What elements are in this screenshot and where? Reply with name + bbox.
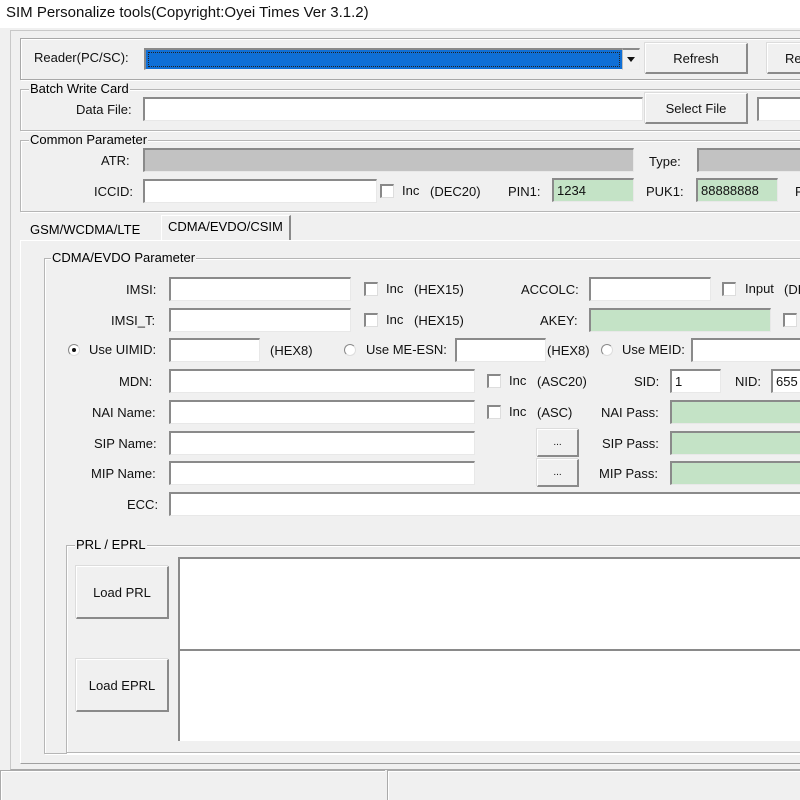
type-label: Type: <box>649 154 681 169</box>
imsi-t-label: IMSI_T: <box>111 313 156 328</box>
sid-label: SID: <box>634 374 660 389</box>
sip-pass-label: SIP Pass: <box>602 436 659 451</box>
mdn-label: MDN: <box>119 374 153 389</box>
prl-eprl-title: PRL / EPRL <box>75 537 147 553</box>
atr-field <box>143 148 634 172</box>
akey-input[interactable] <box>589 308 771 332</box>
accolc-input-label: Input <box>745 281 774 296</box>
nai-inc-label: Inc <box>509 404 527 419</box>
me-esn-format-label: (HEX8) <box>547 343 590 358</box>
refresh-button[interactable]: Refresh <box>645 43 748 74</box>
atr-label: ATR: <box>101 153 130 168</box>
meid-input[interactable] <box>691 338 800 362</box>
iccid-label: ICCID: <box>94 184 133 199</box>
nai-format-label: (ASC) <box>537 405 573 420</box>
nai-inc-checkbox[interactable] <box>487 405 501 419</box>
me-esn-input[interactable] <box>455 338 546 362</box>
mip-pass-label: MIP Pass: <box>599 466 659 481</box>
mip-pass-input[interactable] <box>670 461 800 485</box>
load-eprl-button[interactable]: Load EPRL <box>76 659 169 712</box>
mip-name-label: MIP Name: <box>91 466 156 481</box>
use-uimid-radio[interactable] <box>68 344 80 356</box>
iccid-input[interactable] <box>143 179 377 203</box>
accolc-label: ACCOLC: <box>521 282 579 297</box>
sip-name-label: SIP Name: <box>94 436 157 451</box>
nid-input[interactable] <box>771 369 800 393</box>
imsi-inc-label: Inc <box>386 281 404 296</box>
sip-pass-input[interactable] <box>670 431 800 455</box>
chevron-down-icon <box>627 57 635 62</box>
sip-browse-button[interactable]: ... <box>537 429 579 457</box>
ecc-input[interactable] <box>169 492 800 516</box>
nai-name-input[interactable] <box>169 400 475 424</box>
akey-checkbox[interactable] <box>783 313 797 327</box>
sip-name-input[interactable] <box>169 431 475 455</box>
common-parameter-title: Common Parameter <box>29 132 149 148</box>
mip-name-input[interactable] <box>169 461 475 485</box>
reader-label: Reader(PC/SC): <box>34 50 129 65</box>
cdma-evdo-parameter-title: CDMA/EVDO Parameter <box>51 250 197 266</box>
status-bar-right <box>387 770 800 800</box>
imsi-t-inc-checkbox[interactable] <box>364 313 378 327</box>
imsi-label: IMSI: <box>126 282 157 297</box>
mip-browse-button[interactable]: ... <box>537 459 579 487</box>
data-file-input[interactable] <box>143 97 643 121</box>
reader-dropdown-button[interactable] <box>622 48 640 70</box>
use-meid-radio[interactable] <box>601 344 613 356</box>
iccid-inc-label: Inc <box>402 183 420 198</box>
pin1-input[interactable] <box>552 178 634 202</box>
akey-label: AKEY: <box>540 313 578 328</box>
imsi-t-input[interactable] <box>169 308 351 332</box>
accolc-input[interactable] <box>589 277 711 301</box>
nid-label: NID: <box>735 374 761 389</box>
reader-select[interactable] <box>144 48 622 70</box>
imsi-t-format-label: (HEX15) <box>414 313 464 328</box>
imsi-input[interactable] <box>169 277 351 301</box>
type-field <box>697 148 800 172</box>
use-uimid-label: Use UIMID: <box>89 342 157 357</box>
eprl-content-area[interactable] <box>178 649 800 741</box>
batch-extra-input[interactable] <box>757 97 800 121</box>
reader-second-button[interactable]: Re <box>767 43 800 74</box>
use-me-esn-label: Use ME-ESN: <box>366 342 447 357</box>
mdn-format-label: (ASC20) <box>537 374 587 389</box>
nai-name-label: NAI Name: <box>92 405 156 420</box>
batch-write-card-title: Batch Write Card <box>29 81 130 97</box>
puk1-label: PUK1: <box>646 184 684 199</box>
uimid-input[interactable] <box>169 338 260 362</box>
use-meid-label: Use MEID: <box>622 342 685 357</box>
accolc-input-format: (DE <box>784 282 800 297</box>
load-prl-button[interactable]: Load PRL <box>76 566 169 619</box>
ecc-label: ECC: <box>127 497 159 512</box>
uimid-format-label: (HEX8) <box>270 343 313 358</box>
mdn-inc-checkbox[interactable] <box>487 374 501 388</box>
tab-cdma-evdo-csim[interactable]: CDMA/EVDO/CSIM <box>161 215 291 241</box>
iccid-format-label: (DEC20) <box>430 184 481 199</box>
puk1-input[interactable] <box>696 178 778 202</box>
imsi-t-inc-label: Inc <box>386 312 404 327</box>
select-file-button[interactable]: Select File <box>645 93 748 124</box>
imsi-format-label: (HEX15) <box>414 282 464 297</box>
pin1-label: PIN1: <box>508 184 541 199</box>
mdn-inc-label: Inc <box>509 373 527 388</box>
status-bar-left <box>0 770 385 800</box>
use-me-esn-radio[interactable] <box>344 344 356 356</box>
tab-gsm-wcdma-lte[interactable]: GSM/WCDMA/LTE <box>24 219 146 241</box>
imsi-inc-checkbox[interactable] <box>364 282 378 296</box>
data-file-label: Data File: <box>76 102 132 117</box>
sid-input[interactable] <box>670 369 721 393</box>
nai-pass-label: NAI Pass: <box>601 405 659 420</box>
prl-content-area[interactable] <box>178 557 800 649</box>
accolc-input-checkbox[interactable] <box>722 282 736 296</box>
reader-select-focus <box>148 52 620 67</box>
mdn-input[interactable] <box>169 369 475 393</box>
cutoff-label: P <box>795 184 800 199</box>
window-title: SIM Personalize tools(Copyright:Oyei Tim… <box>0 0 800 28</box>
nai-pass-input[interactable] <box>670 400 800 424</box>
iccid-inc-checkbox[interactable] <box>380 184 394 198</box>
